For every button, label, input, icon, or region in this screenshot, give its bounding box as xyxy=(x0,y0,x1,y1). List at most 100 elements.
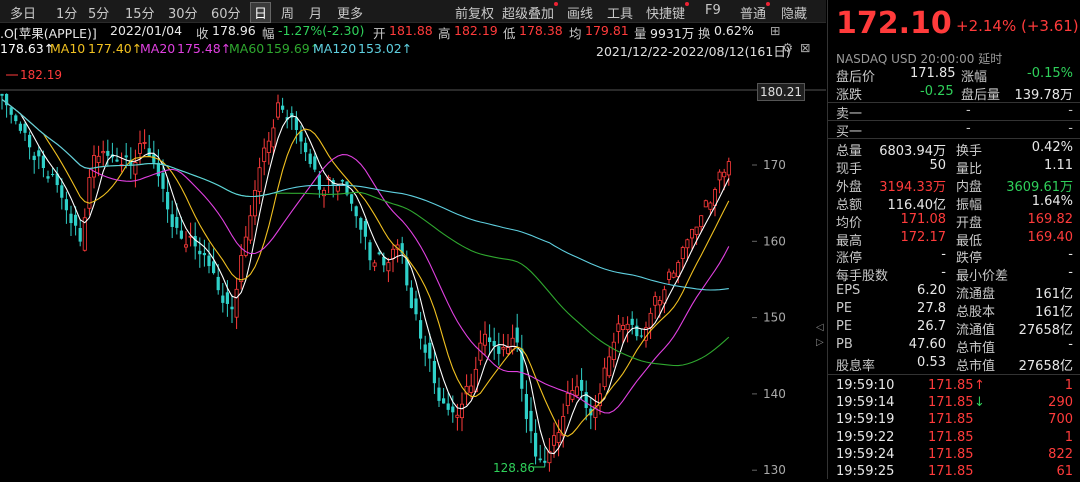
candle-body xyxy=(321,189,326,197)
high-value: 182.19 xyxy=(454,23,498,38)
stat-label: 量比 xyxy=(956,161,983,177)
candle-body xyxy=(419,320,423,339)
chart-toolbar: 多日 1分 5分 15分 30分 60分 日 周 月 更多 前复权 超级叠加 画… xyxy=(0,0,826,23)
y-tick-label: 130 xyxy=(763,463,786,477)
candle-body xyxy=(354,206,358,217)
stat-row: 涨停 - 跌停 - xyxy=(828,247,1080,266)
stat-row: PE 27.8 总股本 161亿 xyxy=(828,301,1080,321)
candle-body xyxy=(308,153,312,164)
high-label: 高 xyxy=(438,26,451,41)
stat-row: EPS 6.20 流通盘 161亿 xyxy=(828,283,1080,302)
candle-body xyxy=(32,155,36,161)
period-day[interactable]: 日 xyxy=(250,2,272,23)
candle-body xyxy=(680,247,685,259)
settings-icon[interactable]: ⚙ xyxy=(782,40,793,55)
cursor-price-box: 180.21 xyxy=(757,83,805,101)
period-5min[interactable]: 5分 xyxy=(88,3,109,22)
candle-body xyxy=(317,174,321,190)
candle-body xyxy=(152,154,156,163)
candle-body xyxy=(202,253,206,256)
avg-label: 均 xyxy=(569,26,582,41)
ma120-value: 153.02↑ xyxy=(358,41,413,56)
candle-body xyxy=(482,333,487,346)
chart-toggle-icon[interactable]: ⊞ xyxy=(770,23,780,38)
candle-body xyxy=(299,131,303,142)
tick-volume: 1 xyxy=(1064,378,1073,393)
candle-body xyxy=(161,173,165,189)
period-1min[interactable]: 1分 xyxy=(56,3,77,22)
candle-body xyxy=(198,250,202,255)
y-tick-label: 160 xyxy=(763,234,786,248)
stat-value: 161亿 xyxy=(1035,305,1073,321)
draw-button[interactable]: 画线 xyxy=(567,3,593,22)
candle-body xyxy=(625,323,630,330)
candle-body xyxy=(74,214,78,226)
period-60min[interactable]: 60分 xyxy=(211,3,241,22)
stat-value: 6.20 xyxy=(917,283,946,299)
stat-label: 内盘 xyxy=(956,179,983,195)
stat-label: 流通值 xyxy=(956,323,996,338)
stat-value: 169.40 xyxy=(1027,229,1074,245)
ma10-label: MA10 xyxy=(50,41,86,56)
hide-button[interactable]: 隐藏 xyxy=(781,3,807,22)
tick-row: 19:59:10 171.85 ↑ 1 xyxy=(828,378,1080,396)
overlay-button[interactable]: 超级叠加 xyxy=(502,2,559,22)
candle-body xyxy=(221,295,225,303)
candle-body xyxy=(667,271,672,280)
expand-arrow-icon[interactable]: ▷ xyxy=(816,337,825,349)
candle-body xyxy=(101,151,106,154)
stat-row: 总量 6803.94万 换手 0.42% xyxy=(828,140,1080,159)
normal-button[interactable]: 普通 xyxy=(740,2,771,22)
tick-time: 19:59:10 xyxy=(836,378,895,393)
candle-body xyxy=(96,155,101,163)
y-axis: 170 160 150 140 130 xyxy=(752,158,786,477)
ma120-line xyxy=(1,98,729,291)
adjust-button[interactable]: 前复权 xyxy=(455,3,494,22)
stat-label: 总股本 xyxy=(956,305,996,321)
bar-info: .O[苹果(APPLE)] 2022/01/04 收 178.96 幅 -1.2… xyxy=(0,23,826,41)
volume-label: 量 xyxy=(634,26,647,41)
after-row-1: 盘后价 171.85 涨幅 -0.15% xyxy=(828,66,1080,85)
candle-body xyxy=(262,147,267,162)
collapse-arrow-icon[interactable]: ◁ xyxy=(816,322,825,334)
period-more[interactable]: 更多 xyxy=(337,3,363,22)
open-value: 181.88 xyxy=(389,23,433,38)
sell1-row: 卖一 - - xyxy=(828,103,1080,122)
f9-button[interactable]: F9 xyxy=(705,3,721,18)
stat-value: 27658亿 xyxy=(1018,323,1073,338)
low-value: 178.38 xyxy=(519,23,563,38)
tools-button[interactable]: 工具 xyxy=(607,3,633,22)
stat-label: 开盘 xyxy=(956,215,983,231)
close-icon[interactable]: ⊠ xyxy=(800,40,810,55)
period-30min[interactable]: 30分 xyxy=(168,3,198,22)
period-15min[interactable]: 15分 xyxy=(125,3,155,22)
shortcut-button[interactable]: 快捷键 xyxy=(646,2,690,22)
tick-price: 171.85 xyxy=(928,412,974,428)
after-price: 171.85 xyxy=(910,66,956,81)
candlestick-chart[interactable]: 170 160 150 140 130 182.19 128.86 xyxy=(0,60,826,479)
candle-body xyxy=(170,214,174,227)
stat-label: 最高 xyxy=(836,233,863,249)
candle-body xyxy=(23,123,27,133)
candle-body xyxy=(552,435,557,446)
date-range[interactable]: 2021/12/22-2022/08/12(161日) xyxy=(596,41,791,60)
candle-body xyxy=(142,142,147,144)
candle-body xyxy=(621,325,626,330)
period-week[interactable]: 周 xyxy=(281,3,294,22)
stat-value: 1.64% xyxy=(1031,193,1073,209)
stat-value: 50 xyxy=(929,157,946,173)
candle-body xyxy=(492,340,496,347)
period-multiday[interactable]: 多日 xyxy=(10,3,36,22)
candle-body xyxy=(18,123,22,131)
stat-label: 振幅 xyxy=(956,197,983,213)
period-month[interactable]: 月 xyxy=(309,3,322,22)
candle-body xyxy=(694,226,699,235)
stat-value: 47.60 xyxy=(908,336,946,352)
stat-label: 每手股数 xyxy=(836,269,889,285)
stat-label: 总额 xyxy=(836,197,863,213)
stat-label: PE xyxy=(836,319,853,334)
stat-value: - xyxy=(1068,247,1073,263)
open-label: 开 xyxy=(373,26,386,41)
tick-volume: 700 xyxy=(1048,412,1073,428)
stat-row: 外盘 3194.33万 内盘 3609.61万 xyxy=(828,176,1080,195)
